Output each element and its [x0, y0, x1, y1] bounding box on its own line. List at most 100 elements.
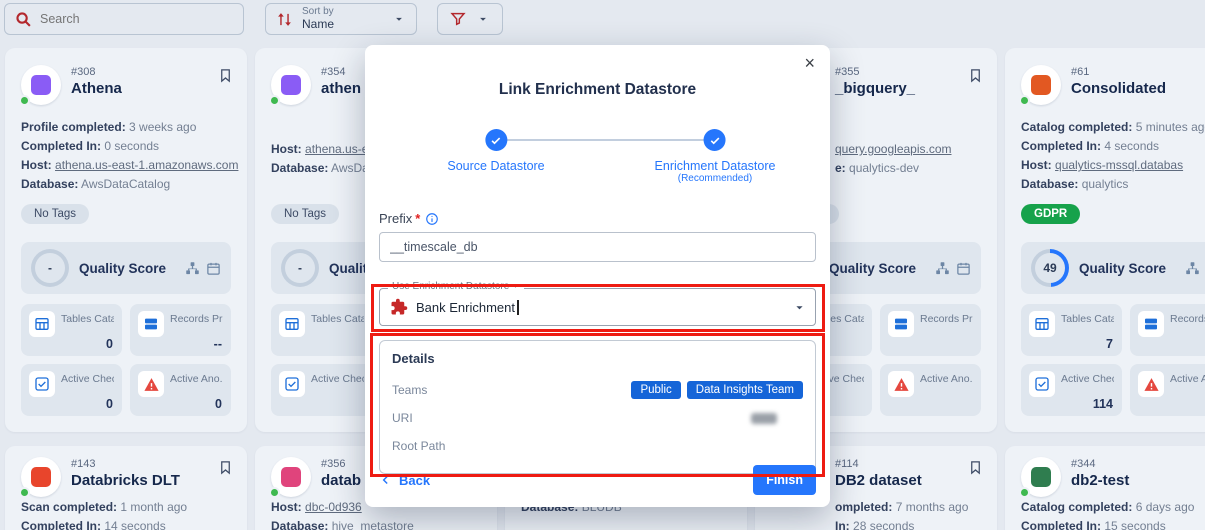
details-panel: Details Teams Public Data Insights Team …: [379, 340, 816, 474]
datastore-logo: [1021, 65, 1061, 105]
datastore-logo: [21, 457, 61, 497]
bookmark-icon[interactable]: [968, 460, 983, 480]
stat-label: Records Pro...: [920, 313, 973, 325]
datastore-id: #61: [1071, 66, 1205, 78]
datastore-name: Consolidated: [1071, 80, 1205, 97]
search-box[interactable]: [4, 3, 244, 35]
step-sublabel: (Recommended): [655, 173, 776, 184]
records-icon: [138, 311, 164, 337]
warning-icon: [888, 371, 914, 397]
bookmark-icon[interactable]: [968, 68, 983, 88]
datastore-logo: [271, 457, 311, 497]
datastore-id: #143: [71, 458, 231, 470]
quality-score-ring: 49: [1031, 249, 1069, 287]
stat-value: 0: [215, 397, 222, 411]
bookmark-icon[interactable]: [218, 460, 233, 480]
sort-icon: [276, 11, 293, 28]
check-icon: [29, 371, 55, 397]
step-source-datastore[interactable]: Source Datastore: [447, 129, 544, 173]
datastore-field: Host: athena.us-east-1.amazonaws.com: [21, 156, 231, 175]
stepper: Source Datastore Enrichment Datastore (R…: [379, 129, 816, 187]
filter-dropdown[interactable]: [437, 3, 503, 35]
step-label: Enrichment Datastore: [655, 159, 776, 173]
stat-label: Tables Cata...: [311, 313, 364, 325]
search-icon: [15, 11, 32, 28]
close-icon[interactable]: ×: [804, 54, 815, 72]
quality-score-label: Quality Score: [1079, 261, 1179, 276]
team-badge: Data Insights Team: [687, 381, 803, 399]
prefix-input[interactable]: [379, 232, 816, 262]
datastore-field: Completed In: 14 seconds: [21, 517, 231, 530]
info-icon[interactable]: [425, 212, 439, 226]
quality-score-ring: -: [281, 249, 319, 287]
card-header: #143Databricks DLT: [21, 456, 231, 496]
search-input[interactable]: [40, 12, 210, 26]
select-value: Bank Enrichment: [416, 300, 515, 315]
stat-tile: Active Chec...0: [21, 364, 122, 416]
step-label: Source Datastore: [447, 159, 544, 173]
datastore-card[interactable]: #308Athena Profile completed: 3 weeks ago…: [5, 48, 247, 432]
status-dot: [269, 95, 280, 106]
calendar-icon[interactable]: [956, 261, 971, 276]
stat-value: 0: [106, 337, 113, 351]
status-dot: [19, 95, 30, 106]
datastore-card[interactable]: #61ConsolidatedCatalog completed: 5 minu…: [1005, 48, 1205, 432]
stat-tile: Records Pro...--: [130, 304, 231, 356]
datastore-field: Completed In: 0 seconds: [21, 137, 231, 156]
schema-icon[interactable]: [1185, 261, 1200, 276]
chevron-down-icon: [392, 12, 406, 26]
quality-score-panel: -Quality Score: [21, 242, 231, 294]
status-dot: [19, 487, 30, 498]
card-header: #308Athena: [21, 64, 231, 110]
topbar: Sort by Name: [0, 0, 1205, 40]
stat-label: Tables Cata...: [1061, 313, 1114, 325]
stat-tile: Active Ano...: [1130, 364, 1205, 416]
tag-pill: GDPR: [1021, 204, 1080, 224]
card-header: #61 Consolidated: [1021, 64, 1205, 110]
records-icon: [888, 311, 914, 337]
datastore-card[interactable]: #143Databricks DLTScan completed: 1 mont…: [5, 446, 247, 530]
datastore-card[interactable]: #344db2-testCatalog completed: 6 days ag…: [1005, 446, 1205, 530]
status-dot: [1019, 487, 1030, 498]
datastore-logo: [21, 65, 61, 105]
datastore-field: Profile completed: 3 weeks ago: [21, 118, 231, 137]
check-icon: [1029, 371, 1055, 397]
enrichment-datastore-select[interactable]: Use Enrichment Datastore Bank Enrichment: [379, 288, 816, 326]
datastore-field: Database: AwsDataCatalog: [21, 175, 231, 194]
datastore-field: In: 28 seconds: [835, 517, 981, 530]
schema-icon[interactable]: [185, 261, 200, 276]
datastore-logo: [1021, 457, 1061, 497]
sort-by-dropdown[interactable]: Sort by Name: [265, 3, 417, 35]
back-button[interactable]: Back: [379, 473, 430, 488]
datastore-name: _bigquery_: [835, 80, 981, 97]
chevron-down-icon[interactable]: [792, 300, 807, 315]
stat-tile: Records Pro...: [880, 304, 981, 356]
calendar-icon[interactable]: [206, 261, 221, 276]
card-header: #344db2-test: [1021, 456, 1205, 496]
stat-label: Records Pro...: [170, 313, 223, 325]
tag-pill: No Tags: [271, 204, 339, 224]
status-dot: [1019, 95, 1030, 106]
table-icon: [1029, 311, 1055, 337]
stat-tile: Active Ano...: [880, 364, 981, 416]
quality-score-label: Quality Score: [79, 261, 179, 276]
datastore-id: #114: [835, 458, 981, 470]
datastore-field: Database: qualytics: [1021, 175, 1205, 194]
datastore-id: #355: [835, 66, 981, 78]
filter-icon: [450, 11, 466, 27]
datastore-field: Completed In: 4 seconds: [1021, 137, 1205, 156]
datastore-name: DB2 dataset: [835, 472, 981, 489]
stat-tile: Active Chec...: [271, 364, 372, 416]
team-badge: Public: [631, 381, 680, 399]
stat-value: 7: [1106, 337, 1113, 351]
quality-score-ring: -: [31, 249, 69, 287]
step-enrichment-datastore[interactable]: Enrichment Datastore (Recommended): [655, 129, 776, 184]
details-row-teams: Teams Public Data Insights Team: [392, 376, 803, 404]
status-dot: [269, 487, 280, 498]
stat-value: 0: [106, 397, 113, 411]
bookmark-icon[interactable]: [218, 68, 233, 88]
finish-button[interactable]: Finish: [753, 465, 816, 495]
redacted-value: [751, 413, 777, 424]
schema-icon[interactable]: [935, 261, 950, 276]
stat-tile: Active Chec...114: [1021, 364, 1122, 416]
